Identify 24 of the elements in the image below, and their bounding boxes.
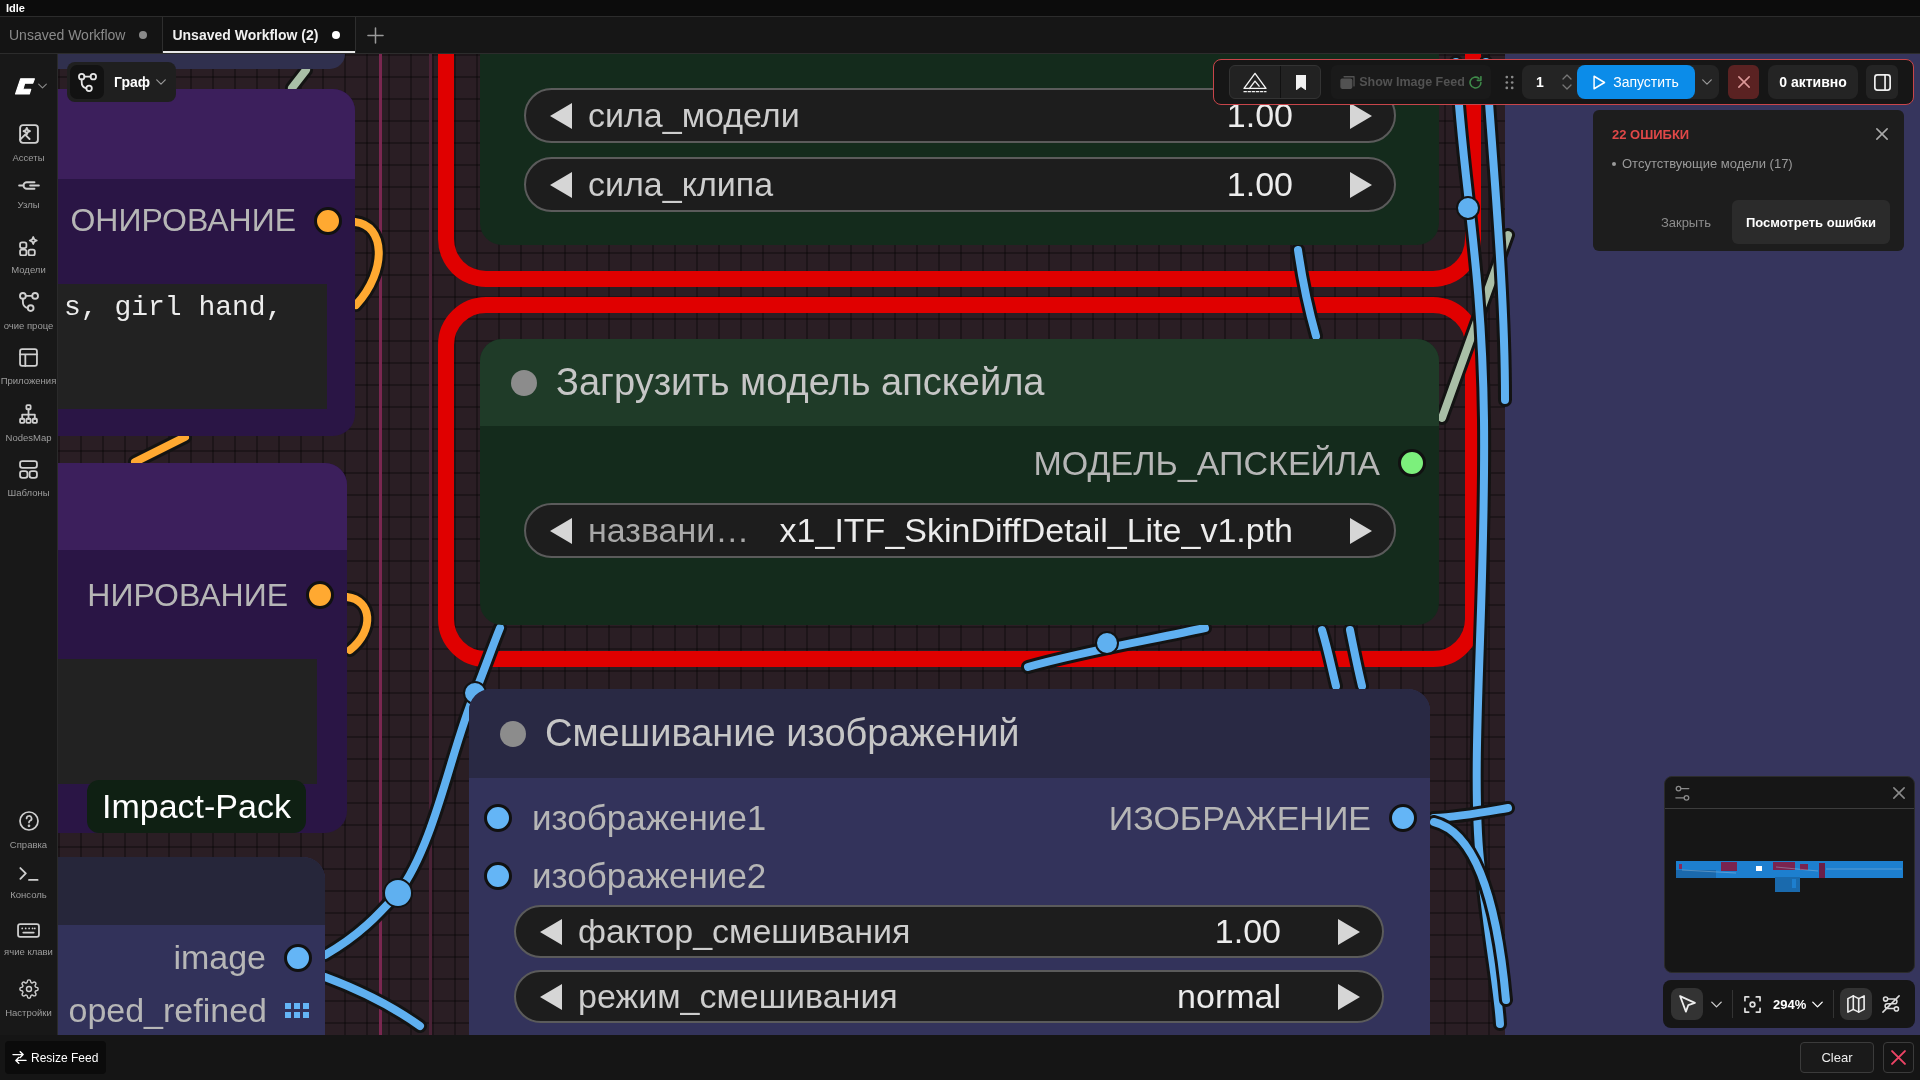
- node-badge: Impact-Pack: [87, 780, 306, 833]
- errors-title: 22 ОШИБКИ: [1612, 126, 1690, 142]
- output-label: НИРОВАНИЕ: [87, 576, 288, 614]
- input-label: изображение1: [532, 798, 767, 838]
- widget-value: 1.00: [1214, 912, 1281, 951]
- output-label: ИЗОБРАЖЕНИЕ: [1108, 798, 1371, 838]
- output-label: oped_refined: [68, 990, 267, 1030]
- widget-label: сила_клипа: [588, 165, 774, 204]
- widget-label: названи…: [588, 511, 750, 550]
- node-title: Смешивание изображений: [545, 712, 1020, 755]
- widget-value: x1_ITF_SkinDiffDetail_Lite_v1.pth: [779, 511, 1293, 550]
- widget-value: normal: [1177, 977, 1281, 1016]
- status-text: Idle: [0, 0, 1920, 16]
- widget-value: 1.00: [1226, 165, 1293, 204]
- node-title: Загрузить модель апскейла: [556, 361, 1045, 404]
- error-item: Отсутствующие модели (17): [1622, 156, 1793, 171]
- widget-label: сила_модели: [588, 96, 800, 135]
- output-label: image: [173, 938, 266, 977]
- output-label: ОНИРОВАНИЕ: [70, 202, 296, 239]
- input-label: изображение2: [532, 856, 767, 896]
- widget-label: фактор_смешивания: [578, 912, 911, 951]
- widget-label: режим_смешивания: [578, 977, 898, 1016]
- output-label: МОДЕЛЬ_АПСКЕЙЛА: [1033, 443, 1380, 483]
- widget-value: 1.00: [1226, 96, 1293, 135]
